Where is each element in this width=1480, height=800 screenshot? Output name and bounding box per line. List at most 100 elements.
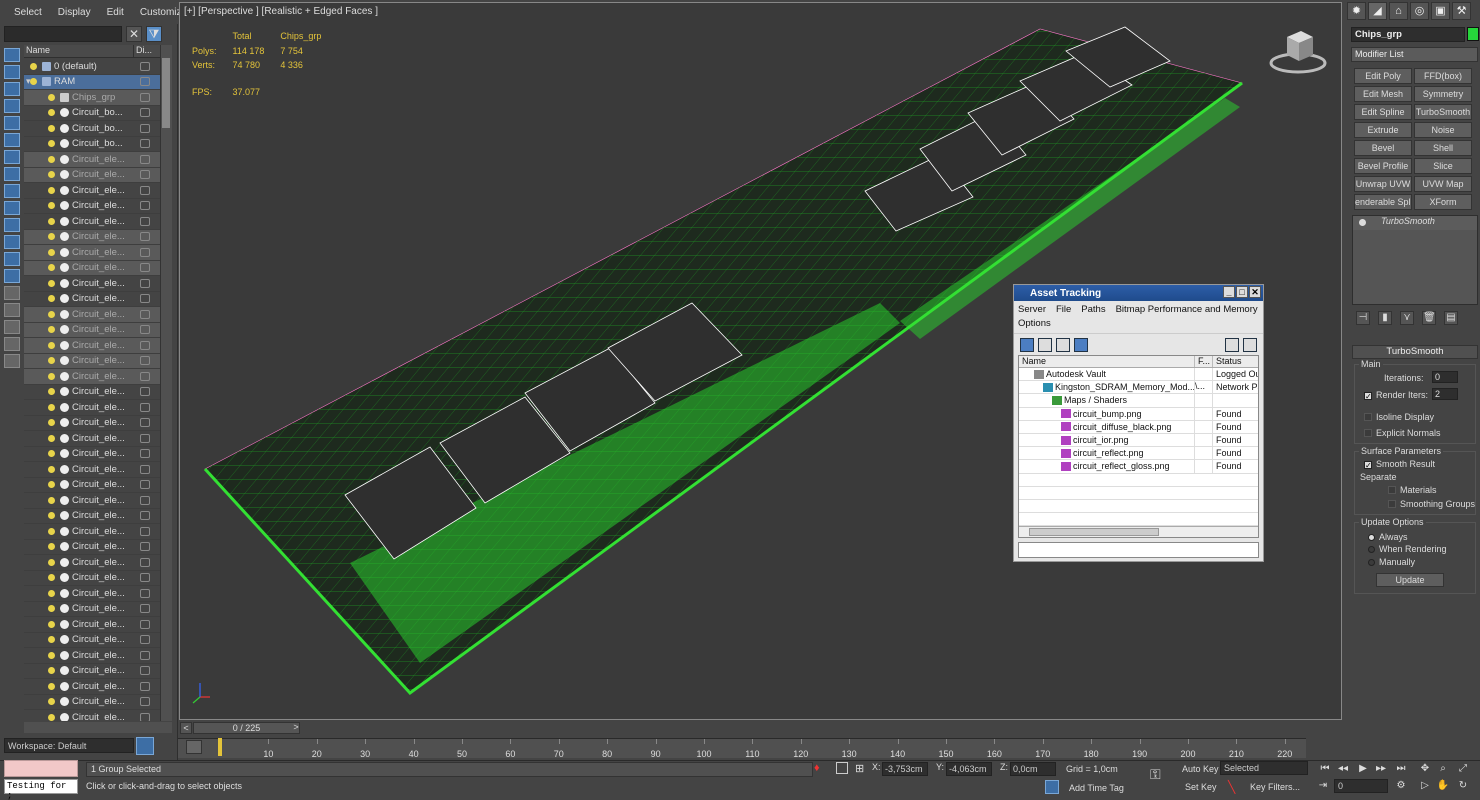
light-bulb-icon[interactable] (48, 589, 55, 597)
pin-stack-icon[interactable]: ⊣ (1356, 311, 1370, 325)
time-tag-icon[interactable] (1045, 780, 1059, 794)
tree-row[interactable]: Circuit_ele... (24, 338, 160, 354)
filter-funnel-icon[interactable] (4, 320, 20, 334)
light-bulb-icon[interactable] (48, 698, 55, 706)
freeze-icon[interactable] (140, 263, 150, 273)
tree-row[interactable]: Circuit_ele... (24, 493, 160, 509)
column-name[interactable]: Name (24, 45, 134, 57)
tree-row[interactable]: Circuit_ele... (24, 633, 160, 648)
tree-row[interactable]: Circuit_ele... (24, 167, 160, 183)
light-bulb-icon[interactable] (48, 558, 55, 566)
display-lights-icon[interactable] (4, 82, 20, 96)
modifier-button[interactable]: XForm (1414, 194, 1472, 210)
close-icon[interactable]: ✕ (1249, 286, 1261, 298)
tree-row[interactable]: Circuit_ele... (24, 664, 160, 679)
light-bulb-icon[interactable] (48, 605, 55, 613)
time-slider-prev[interactable]: < (180, 722, 192, 734)
go-to-start-icon[interactable]: ⏮ (1318, 762, 1332, 776)
tree-row[interactable]: Circuit_ele... (24, 710, 160, 721)
freeze-icon[interactable] (140, 480, 150, 490)
asset-hscroll-thumb[interactable] (1029, 528, 1159, 536)
smooth-result-checkbox[interactable]: ✓ Smooth Result (1364, 459, 1435, 470)
light-bulb-icon[interactable] (48, 496, 55, 504)
viewcube-icon[interactable] (1269, 25, 1327, 75)
explorer-search-input[interactable] (4, 26, 122, 42)
tree-row[interactable]: Circuit_ele... (24, 307, 160, 323)
asset-row[interactable]: circuit_reflect.png Found (1019, 447, 1258, 461)
display-tab-icon[interactable]: ▣ (1431, 2, 1450, 20)
light-bulb-icon[interactable] (48, 171, 55, 179)
freeze-icon[interactable] (140, 635, 150, 645)
when-rendering-radio[interactable]: When Rendering (1368, 544, 1447, 554)
next-frame-icon[interactable]: ▸▸ (1374, 762, 1388, 776)
modifier-button[interactable]: Shell (1414, 140, 1472, 156)
freeze-icon[interactable] (140, 697, 150, 707)
freeze-icon[interactable] (140, 712, 150, 721)
filter-icon[interactable]: ⧩ (146, 26, 162, 42)
minimize-icon[interactable]: _ (1223, 286, 1235, 298)
freeze-icon[interactable] (140, 433, 150, 443)
viewport-label[interactable]: [+] [Perspective ] [Realistic + Edged Fa… (184, 6, 378, 17)
freeze-icon[interactable] (140, 123, 150, 133)
y-coordinate-field[interactable]: -4,063cm (946, 762, 992, 776)
absolute-mode-icon[interactable]: ⊞ (855, 762, 864, 775)
light-bulb-icon[interactable] (48, 419, 55, 427)
make-unique-icon[interactable]: ⋎ (1400, 311, 1414, 325)
modifier-button[interactable]: Edit Poly (1354, 68, 1412, 84)
freeze-icon[interactable] (140, 402, 150, 412)
freeze-icon[interactable] (140, 247, 150, 257)
motion-tab-icon[interactable]: ◎ (1410, 2, 1429, 20)
freeze-icon[interactable] (140, 278, 150, 288)
menu-display[interactable]: Display (50, 7, 99, 18)
tree-icon[interactable] (1056, 337, 1070, 352)
key-filter-icon[interactable]: ╲ (1228, 780, 1235, 794)
play-icon[interactable]: ▶ (1356, 762, 1370, 776)
freeze-icon[interactable] (140, 511, 150, 521)
playhead[interactable] (218, 738, 222, 756)
tree-row[interactable]: ▾ RAM (24, 74, 160, 90)
time-config-icon[interactable]: ⚙ (1394, 779, 1408, 793)
light-bulb-icon[interactable] (48, 636, 55, 644)
tree-row[interactable]: Circuit_ele... (24, 245, 160, 261)
freeze-icon[interactable] (140, 557, 150, 567)
light-bulb-icon[interactable] (48, 93, 55, 101)
light-bulb-icon[interactable] (48, 651, 55, 659)
display-shapes-icon[interactable] (4, 65, 20, 79)
tree-row[interactable]: Circuit_ele... (24, 695, 160, 710)
tree-row[interactable]: Circuit_ele... (24, 509, 160, 524)
tree-row[interactable]: Circuit_ele... (24, 431, 160, 447)
modifier-button[interactable]: enderable Splin (1354, 194, 1412, 210)
freeze-icon[interactable] (140, 387, 150, 397)
freeze-icon[interactable] (140, 92, 150, 102)
zoom-extents-icon[interactable]: ✥ (1418, 762, 1432, 776)
table-view-icon[interactable] (1074, 337, 1088, 352)
light-bulb-icon[interactable] (48, 465, 55, 473)
tree-row[interactable]: Circuit_ele... (24, 292, 160, 307)
asset-col-status[interactable]: Status (1213, 356, 1258, 367)
time-slider[interactable]: 0 / 225 (193, 722, 300, 734)
light-bulb-icon[interactable] (48, 264, 55, 272)
explicit-normals-checkbox[interactable]: Explicit Normals (1364, 428, 1441, 438)
create-tab-icon[interactable]: ✹ (1347, 2, 1366, 20)
light-bulb-icon[interactable] (48, 682, 55, 690)
auto-key-button[interactable]: Auto Key (1182, 764, 1219, 774)
asset-col-f[interactable]: F... (1195, 356, 1213, 367)
freeze-icon[interactable] (140, 77, 150, 87)
freeze-icon[interactable] (140, 170, 150, 180)
expand-arrow-icon[interactable]: ▾ (26, 76, 31, 87)
tree-row[interactable]: Circuit_bo... (24, 137, 160, 152)
key-filters-button[interactable]: Key Filters... (1250, 782, 1300, 792)
tree-row[interactable]: Circuit_ele... (24, 183, 160, 199)
asset-row[interactable]: circuit_bump.png Found (1019, 407, 1258, 421)
freeze-icon[interactable] (140, 573, 150, 583)
tree-row[interactable]: Circuit_ele... (24, 369, 160, 385)
zoom-icon[interactable]: ⌕ (1436, 762, 1450, 776)
freeze-icon[interactable] (140, 464, 150, 474)
tree-row[interactable]: Circuit_ele... (24, 353, 160, 369)
freeze-icon[interactable] (140, 185, 150, 195)
maximize-viewport-icon[interactable]: ⤢ (1456, 762, 1470, 776)
tree-row[interactable]: Circuit_ele... (24, 322, 160, 338)
tree-row[interactable]: Circuit_ele... (24, 447, 160, 462)
freeze-icon[interactable] (140, 666, 150, 676)
help-icon[interactable] (1225, 337, 1239, 352)
